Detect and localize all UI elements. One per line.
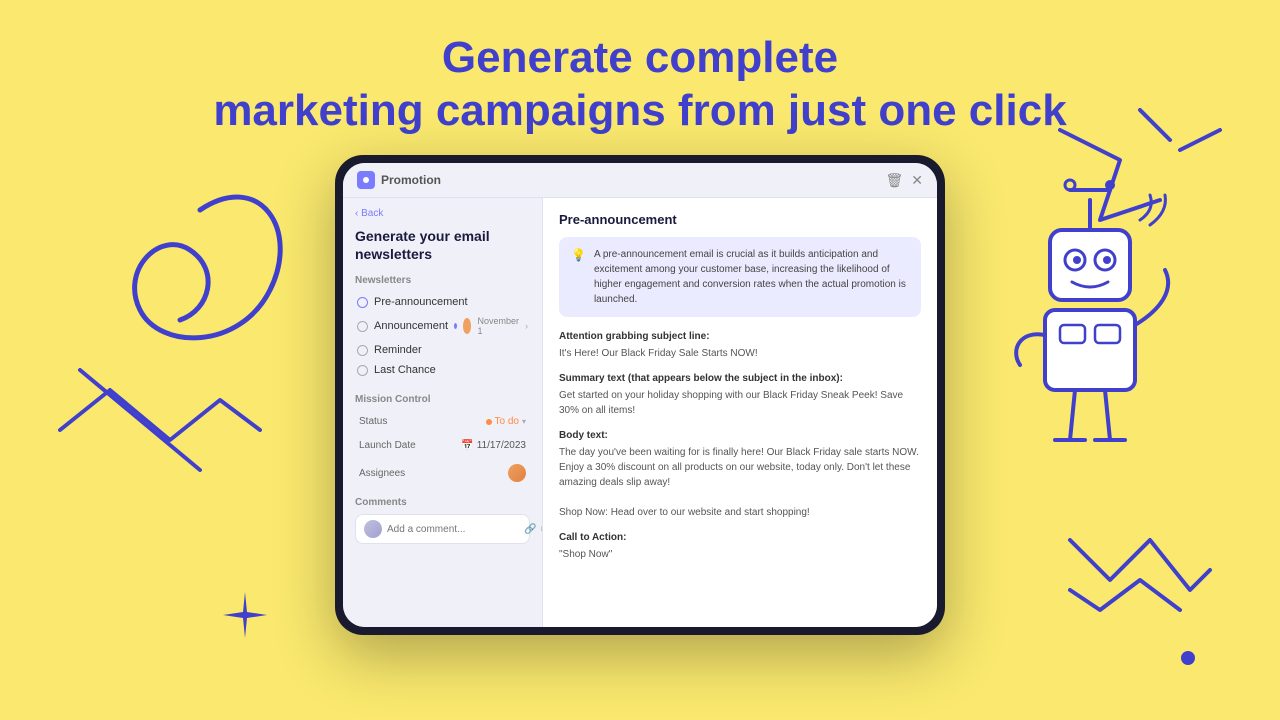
status-value: To do (495, 416, 519, 427)
newsletter-name-last-chance: Last Chance (374, 364, 528, 376)
chevron-down-icon: ▾ (522, 417, 526, 426)
comments-section: Comments 🔗 ⬡ (355, 497, 530, 544)
info-text: A pre-announcement email is crucial as i… (594, 247, 909, 307)
radio-pre-announcement (357, 297, 368, 308)
comment-action-buttons: 🔗 ⬡ (524, 524, 543, 535)
newsletter-item-reminder[interactable]: Reminder (355, 340, 530, 360)
launch-date-row[interactable]: Launch Date 📅 11/17/2023 (355, 435, 530, 456)
sidebar: ‹ Back Generate your email newsletters N… (343, 198, 543, 627)
launch-date-value: 11/17/2023 (477, 440, 526, 451)
newsletter-name-announcement: Announcement (374, 320, 448, 332)
assignee-avatar (508, 464, 526, 482)
back-link[interactable]: ‹ Back (355, 208, 530, 219)
field-subject-line: Attention grabbing subject line: It's He… (559, 331, 921, 361)
field-cta: Call to Action: "Shop Now" (559, 532, 921, 562)
status-label: Status (359, 416, 387, 427)
lightbulb-icon: 💡 (571, 248, 586, 262)
hero-section: Generate complete marketing campaigns fr… (0, 0, 1280, 138)
mission-control-section: Mission Control Status To do ▾ Launch Da… (355, 394, 530, 487)
app-header: Promotion 🗑 ✕ (343, 163, 937, 198)
zigzag-doodle (1060, 520, 1220, 640)
robot-doodle (990, 170, 1190, 490)
cta-value: "Shop Now" (559, 547, 921, 562)
app-logo-icon (357, 171, 375, 189)
tablet-screen: Promotion 🗑 ✕ ‹ Back Generate your email… (343, 163, 937, 627)
body-text-value: The day you've been waiting for is final… (559, 445, 921, 520)
field-summary-text: Summary text (that appears below the sub… (559, 373, 921, 418)
body-text-label: Body text: (559, 430, 921, 441)
comments-label: Comments (355, 497, 530, 508)
announcement-arrow: › (525, 321, 528, 331)
comment-input[interactable] (387, 524, 519, 535)
hero-line1: Generate complete (0, 32, 1280, 85)
announcement-dot (454, 323, 457, 329)
newsletter-item-pre-announcement[interactable]: Pre-announcement (355, 292, 530, 312)
subject-line-label: Attention grabbing subject line: (559, 331, 921, 342)
summary-text-value: Get started on your holiday shopping wit… (559, 388, 921, 418)
announcement-avatar (463, 318, 471, 334)
main-content: Pre-announcement 💡 A pre-announcement em… (543, 198, 937, 627)
mission-control-label: Mission Control (355, 394, 530, 405)
launch-date-label: Launch Date (359, 440, 416, 451)
status-value-area: To do ▾ (486, 416, 526, 427)
close-icon[interactable]: ✕ (911, 172, 923, 189)
field-body-text: Body text: The day you've been waiting f… (559, 430, 921, 520)
app-title: Promotion (381, 173, 441, 187)
newsletter-name-pre: Pre-announcement (374, 296, 528, 308)
app-header-actions: 🗑 ✕ (885, 172, 923, 189)
radio-announcement (357, 321, 368, 332)
trash-icon[interactable]: 🗑 (885, 172, 903, 189)
star-doodle (220, 590, 270, 640)
newsletter-name-reminder: Reminder (374, 344, 528, 356)
comment-input-row[interactable]: 🔗 ⬡ (355, 514, 530, 544)
info-box: 💡 A pre-announcement email is crucial as… (559, 237, 921, 317)
calendar-icon: 📅 (461, 440, 473, 451)
cta-label: Call to Action: (559, 532, 921, 543)
summary-text-label: Summary text (that appears below the sub… (559, 373, 921, 384)
dot-doodle (1181, 651, 1195, 665)
app-body: ‹ Back Generate your email newsletters N… (343, 198, 937, 627)
newsletters-section-label: Newsletters (355, 275, 530, 286)
content-title: Pre-announcement (559, 212, 921, 227)
newsletter-item-last-chance[interactable]: Last Chance (355, 360, 530, 380)
app-title-area: Promotion (357, 171, 441, 189)
hero-line2: marketing campaigns from just one click (0, 85, 1280, 138)
announcement-date: November 1 (477, 316, 519, 336)
comment-user-avatar (364, 520, 382, 538)
assignees-row[interactable]: Assignees (355, 459, 530, 487)
radio-reminder (357, 345, 368, 356)
tablet-device: Promotion 🗑 ✕ ‹ Back Generate your email… (335, 155, 945, 635)
subject-line-value: It's Here! Our Black Friday Sale Starts … (559, 346, 921, 361)
sidebar-title: Generate your email newsletters (355, 227, 530, 263)
left-swirl-doodle (20, 150, 300, 550)
launch-date-value-area: 📅 11/17/2023 (461, 440, 526, 451)
link-icon[interactable]: 🔗 (524, 524, 536, 535)
newsletter-item-announcement[interactable]: Announcement November 1 › (355, 312, 530, 340)
radio-last-chance (357, 365, 368, 376)
status-row[interactable]: Status To do ▾ (355, 411, 530, 432)
assignees-label: Assignees (359, 468, 405, 479)
newsletter-list: Pre-announcement Announcement November 1… (355, 292, 530, 380)
status-indicator-dot (486, 419, 492, 425)
